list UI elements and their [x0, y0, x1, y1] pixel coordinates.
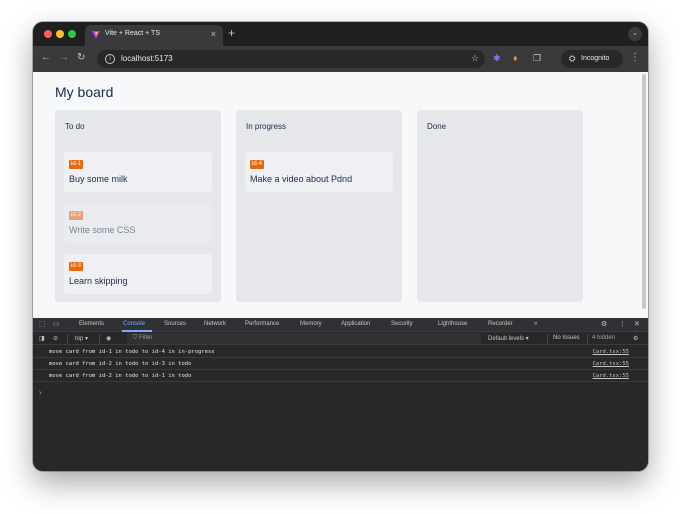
- inspect-element-icon[interactable]: ⬚: [39, 320, 46, 330]
- column-title: In progress: [246, 122, 287, 131]
- card-id-badge: id-3: [69, 262, 84, 271]
- incognito-label: Incognito: [581, 55, 610, 62]
- url-text[interactable]: localhost:5173: [121, 54, 173, 63]
- settings-gear-icon[interactable]: ⚙: [601, 320, 607, 330]
- console-prompt[interactable]: ›: [39, 388, 42, 398]
- card-text: Learn skipping: [69, 276, 128, 286]
- extension-flame-icon[interactable]: ♦: [513, 53, 518, 64]
- column-title: To do: [65, 122, 85, 131]
- close-window-button[interactable]: [44, 30, 52, 38]
- devtools-menu-icon[interactable]: ⋮: [619, 320, 626, 330]
- filter-placeholder: Filter: [139, 335, 153, 341]
- tab-application[interactable]: Application: [341, 321, 370, 327]
- column-done: Done: [417, 110, 583, 302]
- extensions-puzzle-icon[interactable]: ❐: [533, 53, 541, 64]
- card-id-badge: id-1: [69, 160, 84, 169]
- sidebar-toggle-icon[interactable]: ◨: [39, 335, 45, 342]
- divider: [547, 334, 548, 343]
- maximize-window-button[interactable]: [68, 30, 76, 38]
- log-source-link[interactable]: Card.tsx:55: [593, 349, 629, 355]
- more-tabs-icon[interactable]: »: [534, 321, 537, 327]
- device-toolbar-icon[interactable]: ▭: [53, 320, 60, 330]
- tab-close-icon[interactable]: ×: [211, 28, 216, 40]
- log-message: move card from id-1 in todo to id-4 in i…: [49, 349, 215, 355]
- console-filter-bar: ◨ ⊘ top ▾ ◉ ⛉ Filter Default levels ▾ No…: [33, 332, 648, 345]
- column-todo: To do id-1 Buy some milk id-2 Write some…: [55, 110, 221, 302]
- card-dragging[interactable]: id-2 Write some CSS: [64, 203, 212, 243]
- browser-menu-icon[interactable]: ⋮: [630, 52, 640, 64]
- log-message: move card from id-2 in todo to id-3 in t…: [49, 361, 192, 367]
- close-devtools-icon[interactable]: ✕: [634, 320, 640, 330]
- address-bar[interactable]: i localhost:5173 ☆: [97, 50, 485, 68]
- tab-lighthouse[interactable]: Lighthouse: [438, 321, 467, 327]
- tab-elements[interactable]: Elements: [79, 321, 104, 327]
- log-source-link[interactable]: Card.tsx:55: [593, 361, 629, 367]
- incognito-icon: ⛭: [569, 54, 576, 63]
- tab-strip: Vite + React + TS × + ⌄: [33, 22, 648, 46]
- tab-console[interactable]: Console: [123, 321, 145, 327]
- divider: [587, 334, 588, 343]
- log-message: move card from id-2 in todo to id-1 in t…: [49, 373, 192, 379]
- divider: [99, 334, 100, 343]
- page-title: My board: [55, 84, 114, 100]
- clear-console-icon[interactable]: ⊘: [53, 335, 58, 342]
- console-settings-icon[interactable]: ⚙: [633, 335, 638, 342]
- reload-icon[interactable]: ↻: [77, 52, 85, 64]
- console-log-row: move card from id-2 in todo to id-3 in t…: [33, 358, 648, 370]
- tab-memory[interactable]: Memory: [300, 321, 322, 327]
- browser-tab[interactable]: Vite + React + TS ×: [85, 25, 223, 46]
- card-text: Make a video about Pdnd: [250, 174, 353, 184]
- tab-search-icon[interactable]: ⌄: [628, 27, 642, 41]
- card-text: Write some CSS: [69, 225, 136, 235]
- card[interactable]: id-4 Make a video about Pdnd: [245, 152, 393, 192]
- column-in-progress: In progress id-4 Make a video about Pdnd: [236, 110, 402, 302]
- tab-performance[interactable]: Performance: [245, 321, 279, 327]
- card-text: Buy some milk: [69, 174, 128, 184]
- new-tab-button[interactable]: +: [228, 26, 235, 40]
- minimize-window-button[interactable]: [56, 30, 64, 38]
- log-source-link[interactable]: Card.tsx:55: [593, 373, 629, 379]
- console-log-row: move card from id-2 in todo to id-1 in t…: [33, 370, 648, 382]
- live-expression-eye-icon[interactable]: ◉: [106, 335, 111, 342]
- log-levels-dropdown[interactable]: Default levels ▾: [488, 335, 529, 342]
- console-filter-input[interactable]: ⛉ Filter: [127, 333, 481, 344]
- issues-counter[interactable]: No Issues: [553, 335, 580, 341]
- extension-gear-icon[interactable]: ✱: [493, 53, 501, 64]
- page-scrollbar[interactable]: [642, 74, 646, 309]
- divider: [67, 334, 68, 343]
- column-title: Done: [427, 122, 447, 131]
- forward-icon[interactable]: →: [59, 52, 69, 64]
- tab-security[interactable]: Security: [391, 321, 413, 327]
- card-id-badge: id-4: [250, 160, 265, 169]
- back-icon[interactable]: ←: [41, 52, 51, 64]
- console-log-row: move card from id-1 in todo to id-4 in i…: [33, 346, 648, 358]
- devtools-tab-bar: ⬚ ▭ Elements Console Sources Network Per…: [33, 318, 648, 332]
- vite-logo-icon: [92, 31, 100, 39]
- page-viewport: My board To do id-1 Buy some milk id-2 W…: [33, 72, 648, 318]
- card-id-badge: id-2: [69, 211, 84, 220]
- card[interactable]: id-3 Learn skipping: [64, 254, 212, 294]
- card[interactable]: id-1 Buy some milk: [64, 152, 212, 192]
- tab-recorder[interactable]: Recorder: [488, 321, 513, 327]
- tab-title: Vite + React + TS: [105, 30, 160, 37]
- context-selector[interactable]: top ▾: [75, 335, 88, 342]
- tab-network[interactable]: Network: [204, 321, 226, 327]
- site-info-icon[interactable]: i: [105, 54, 115, 64]
- hidden-count: 4 hidden: [592, 335, 616, 341]
- browser-window: Vite + React + TS × + ⌄ ← → ↻ i localhos…: [33, 22, 648, 471]
- bookmark-star-icon[interactable]: ☆: [471, 53, 479, 64]
- incognito-badge[interactable]: ⛭ Incognito: [561, 50, 623, 68]
- tab-sources[interactable]: Sources: [164, 321, 186, 327]
- devtools-panel: ⬚ ▭ Elements Console Sources Network Per…: [33, 318, 648, 471]
- browser-toolbar: ← → ↻ i localhost:5173 ☆ ✱ ♦ ❐ ⛭ Incogni…: [33, 46, 648, 72]
